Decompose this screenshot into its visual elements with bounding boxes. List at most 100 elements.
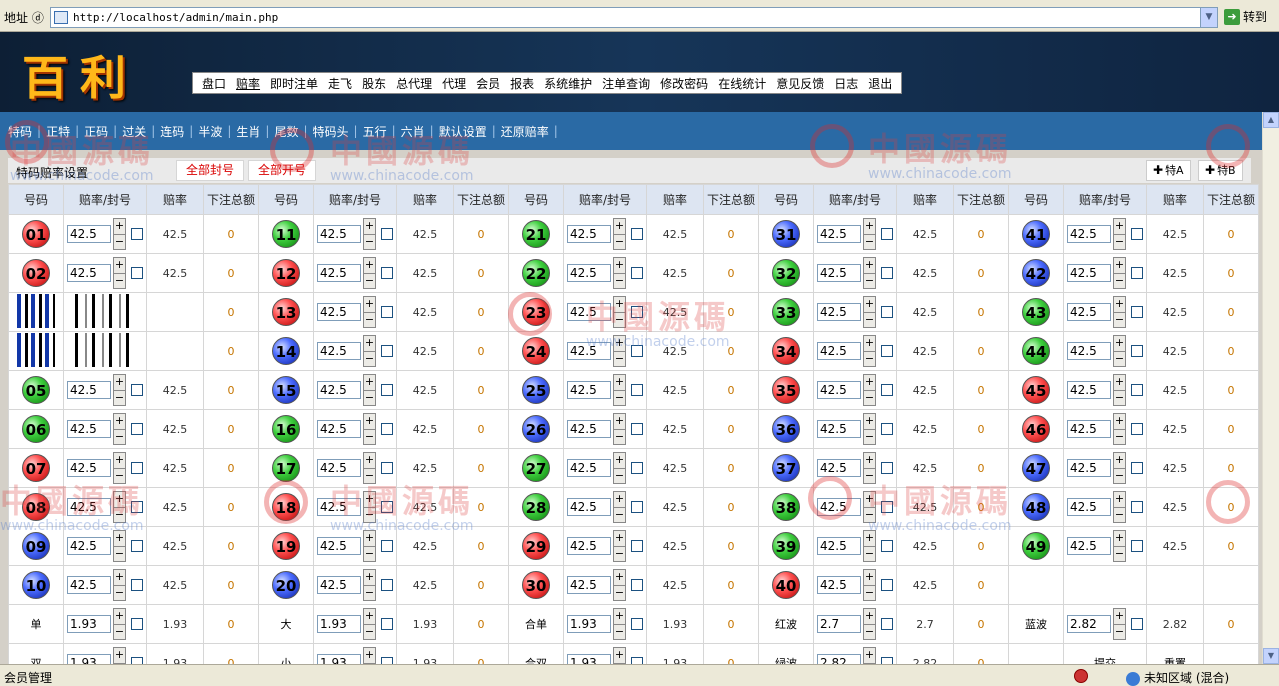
- plus-icon[interactable]: +: [1114, 375, 1125, 390]
- close-checkbox[interactable]: [881, 501, 893, 513]
- plus-icon[interactable]: +: [1114, 297, 1125, 312]
- odds-input[interactable]: 42.5: [817, 498, 861, 516]
- minus-icon[interactable]: −: [364, 350, 375, 367]
- minus-icon[interactable]: −: [614, 584, 625, 601]
- minus-icon[interactable]: −: [364, 623, 375, 640]
- close-checkbox[interactable]: [131, 540, 143, 552]
- minus-icon[interactable]: −: [864, 467, 875, 484]
- plus-icon[interactable]: +: [864, 414, 875, 429]
- odds-stepper[interactable]: +−: [613, 413, 626, 445]
- close-checkbox[interactable]: [631, 501, 643, 513]
- odds-input[interactable]: 42.5: [567, 576, 611, 594]
- odds-input[interactable]: 42.5: [67, 537, 111, 555]
- odds-input[interactable]: 42.5: [1067, 381, 1111, 399]
- odds-input[interactable]: 42.5: [567, 381, 611, 399]
- odds-input[interactable]: 42.5: [67, 225, 111, 243]
- nav-item[interactable]: 日志: [829, 75, 863, 92]
- odds-input[interactable]: 42.5: [317, 264, 361, 282]
- minus-icon[interactable]: −: [364, 467, 375, 484]
- minus-icon[interactable]: −: [114, 389, 125, 406]
- minus-icon[interactable]: −: [1114, 389, 1125, 406]
- plus-icon[interactable]: +: [1114, 414, 1125, 429]
- odds-input[interactable]: 42.5: [817, 381, 861, 399]
- plus-icon[interactable]: +: [864, 375, 875, 390]
- minus-icon[interactable]: −: [364, 584, 375, 601]
- subnav-item[interactable]: 六肖: [399, 123, 427, 140]
- odds-input[interactable]: 42.5: [317, 225, 361, 243]
- odds-input[interactable]: 42.5: [1067, 420, 1111, 438]
- odds-stepper[interactable]: +−: [613, 491, 626, 523]
- subnav-item[interactable]: 五行: [361, 123, 389, 140]
- close-checkbox[interactable]: [631, 423, 643, 435]
- plus-icon[interactable]: +: [364, 258, 375, 273]
- odds-input[interactable]: 42.5: [67, 420, 111, 438]
- close-checkbox[interactable]: [381, 423, 393, 435]
- plus-icon[interactable]: +: [114, 258, 125, 273]
- odds-input[interactable]: 42.5: [1067, 303, 1111, 321]
- minus-icon[interactable]: −: [614, 467, 625, 484]
- odds-stepper[interactable]: +−: [863, 491, 876, 523]
- odds-stepper[interactable]: +−: [863, 335, 876, 367]
- close-checkbox[interactable]: [631, 306, 643, 318]
- plus-icon[interactable]: +: [114, 492, 125, 507]
- close-checkbox[interactable]: [1131, 384, 1143, 396]
- minus-icon[interactable]: −: [614, 233, 625, 250]
- plus-icon[interactable]: +: [614, 414, 625, 429]
- plus-icon[interactable]: +: [1114, 492, 1125, 507]
- odds-input[interactable]: 1.93: [567, 615, 611, 633]
- plus-icon[interactable]: +: [864, 609, 875, 624]
- odds-stepper[interactable]: +−: [363, 296, 376, 328]
- close-checkbox[interactable]: [381, 618, 393, 630]
- subnav-item[interactable]: 正码: [82, 123, 110, 140]
- nav-item[interactable]: 退出: [863, 75, 897, 92]
- odds-stepper[interactable]: +−: [613, 608, 626, 640]
- odds-stepper[interactable]: +−: [113, 257, 126, 289]
- odds-stepper[interactable]: +−: [363, 257, 376, 289]
- tab-special-b[interactable]: ✚ 特B: [1198, 160, 1243, 181]
- odds-stepper[interactable]: +−: [1113, 257, 1126, 289]
- close-checkbox[interactable]: [881, 267, 893, 279]
- odds-input[interactable]: 42.5: [1067, 537, 1111, 555]
- odds-stepper[interactable]: +−: [613, 374, 626, 406]
- plus-icon[interactable]: +: [114, 570, 125, 585]
- close-checkbox[interactable]: [381, 345, 393, 357]
- plus-icon[interactable]: +: [364, 297, 375, 312]
- odds-stepper[interactable]: +−: [113, 374, 126, 406]
- odds-input[interactable]: 42.5: [567, 459, 611, 477]
- plus-icon[interactable]: +: [1114, 609, 1125, 624]
- odds-input[interactable]: 42.5: [317, 459, 361, 477]
- close-checkbox[interactable]: [1131, 267, 1143, 279]
- close-checkbox[interactable]: [881, 306, 893, 318]
- close-checkbox[interactable]: [631, 579, 643, 591]
- minus-icon[interactable]: −: [864, 389, 875, 406]
- odds-input[interactable]: 42.5: [567, 225, 611, 243]
- close-checkbox[interactable]: [881, 540, 893, 552]
- plus-icon[interactable]: +: [614, 336, 625, 351]
- close-checkbox[interactable]: [381, 579, 393, 591]
- odds-input[interactable]: 1.93: [67, 615, 111, 633]
- close-checkbox[interactable]: [1131, 228, 1143, 240]
- minus-icon[interactable]: −: [1114, 467, 1125, 484]
- odds-input[interactable]: 42.5: [567, 303, 611, 321]
- minus-icon[interactable]: −: [614, 389, 625, 406]
- close-checkbox[interactable]: [381, 267, 393, 279]
- odds-input[interactable]: 42.5: [1067, 459, 1111, 477]
- close-checkbox[interactable]: [1131, 423, 1143, 435]
- scroll-up-icon[interactable]: ▲: [1263, 112, 1279, 128]
- minus-icon[interactable]: −: [864, 311, 875, 328]
- plus-icon[interactable]: +: [114, 414, 125, 429]
- close-checkbox[interactable]: [881, 345, 893, 357]
- close-checkbox[interactable]: [131, 618, 143, 630]
- minus-icon[interactable]: −: [614, 272, 625, 289]
- odds-stepper[interactable]: +−: [863, 452, 876, 484]
- odds-input[interactable]: 42.5: [317, 381, 361, 399]
- plus-icon[interactable]: +: [864, 492, 875, 507]
- nav-item[interactable]: 即时注单: [265, 75, 323, 92]
- odds-stepper[interactable]: +−: [363, 608, 376, 640]
- subnav-item[interactable]: 连码: [158, 123, 186, 140]
- minus-icon[interactable]: −: [864, 506, 875, 523]
- odds-input[interactable]: 42.5: [67, 459, 111, 477]
- odds-stepper[interactable]: +−: [113, 569, 126, 601]
- open-all-button[interactable]: 全部开号: [248, 160, 317, 181]
- minus-icon[interactable]: −: [1114, 272, 1125, 289]
